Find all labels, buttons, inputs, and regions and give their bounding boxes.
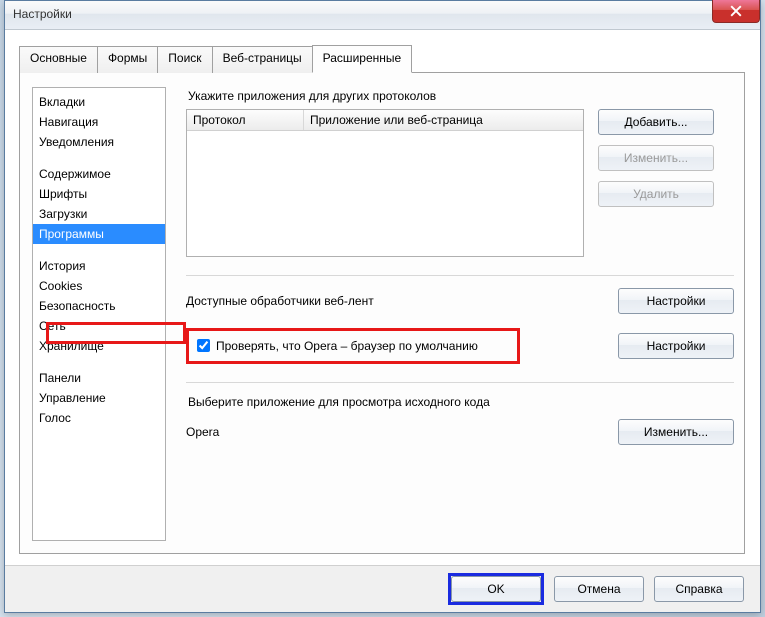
feed-row: Доступные обработчики веб-лент Настройки <box>186 288 734 314</box>
content-frame: Основные Формы Поиск Веб-страницы Расшир… <box>19 45 745 555</box>
settings-window: Настройки Основные Формы Поиск Веб-стран… <box>4 0 761 613</box>
sidebar-item-security[interactable]: Безопасность <box>33 296 165 316</box>
sidebar: Вкладки Навигация Уведомления Содержимое… <box>32 87 166 541</box>
titlebar: Настройки <box>5 1 760 30</box>
sidebar-item-navigation[interactable]: Навигация <box>33 112 165 132</box>
tab-forms[interactable]: Формы <box>97 46 158 73</box>
protocol-table-header: Протокол Приложение или веб-страница <box>187 110 583 131</box>
cancel-button[interactable]: Отмена <box>554 576 644 602</box>
sidebar-item-history[interactable]: История <box>33 256 165 276</box>
col-protocol[interactable]: Протокол <box>187 110 304 130</box>
sidebar-item-panels[interactable]: Панели <box>33 368 165 388</box>
edit-button[interactable]: Изменить... <box>598 145 714 171</box>
tab-advanced[interactable]: Расширенные <box>312 45 413 73</box>
separator-2 <box>186 382 734 383</box>
protocol-buttons: Добавить... Изменить... Удалить <box>598 109 714 257</box>
source-label: Выберите приложение для просмотра исходн… <box>188 395 734 409</box>
tab-general[interactable]: Основные <box>19 46 98 73</box>
footer: OK Отмена Справка <box>5 565 760 612</box>
help-button[interactable]: Справка <box>654 576 744 602</box>
tab-search[interactable]: Поиск <box>157 46 212 73</box>
source-value: Opera <box>186 425 602 439</box>
sidebar-item-storage[interactable]: Хранилище <box>33 336 165 356</box>
tab-webpages[interactable]: Веб-страницы <box>212 46 313 73</box>
window-title: Настройки <box>13 7 72 21</box>
protocol-table[interactable]: Протокол Приложение или веб-страница <box>186 109 584 257</box>
tab-panel: Вкладки Навигация Уведомления Содержимое… <box>19 72 745 554</box>
sidebar-item-tabs[interactable]: Вкладки <box>33 92 165 112</box>
ok-button[interactable]: OK <box>451 576 541 602</box>
close-icon <box>730 5 742 17</box>
source-change-button[interactable]: Изменить... <box>618 419 734 445</box>
feed-label: Доступные обработчики веб-лент <box>186 294 602 308</box>
sidebar-item-notifications[interactable]: Уведомления <box>33 132 165 152</box>
default-browser-checkbox[interactable] <box>197 339 210 352</box>
delete-button[interactable]: Удалить <box>598 181 714 207</box>
sidebar-item-downloads[interactable]: Загрузки <box>33 204 165 224</box>
ok-highlight: OK <box>448 573 544 605</box>
main-area: Укажите приложения для других протоколов… <box>186 85 734 445</box>
sidebar-item-cookies[interactable]: Cookies <box>33 276 165 296</box>
default-browser-label: Проверять, что Opera – браузер по умолча… <box>216 339 478 353</box>
feed-settings-button[interactable]: Настройки <box>618 288 734 314</box>
protocols-label: Укажите приложения для других протоколов <box>188 89 734 103</box>
default-row: Проверять, что Opera – браузер по умолча… <box>186 328 734 364</box>
add-button[interactable]: Добавить... <box>598 109 714 135</box>
sidebar-item-programs[interactable]: Программы <box>33 224 165 244</box>
default-browser-check-highlight: Проверять, что Opera – браузер по умолча… <box>186 328 520 364</box>
sidebar-item-fonts[interactable]: Шрифты <box>33 184 165 204</box>
separator-1 <box>186 275 734 276</box>
sidebar-item-network[interactable]: Сеть <box>33 316 165 336</box>
sidebar-item-content[interactable]: Содержимое <box>33 164 165 184</box>
default-settings-button[interactable]: Настройки <box>618 333 734 359</box>
tabs: Основные Формы Поиск Веб-страницы Расшир… <box>19 45 745 72</box>
close-button[interactable] <box>712 0 760 23</box>
sidebar-item-voice[interactable]: Голос <box>33 408 165 428</box>
col-application[interactable]: Приложение или веб-страница <box>304 110 583 130</box>
sidebar-item-management[interactable]: Управление <box>33 388 165 408</box>
source-row: Opera Изменить... <box>186 419 734 445</box>
